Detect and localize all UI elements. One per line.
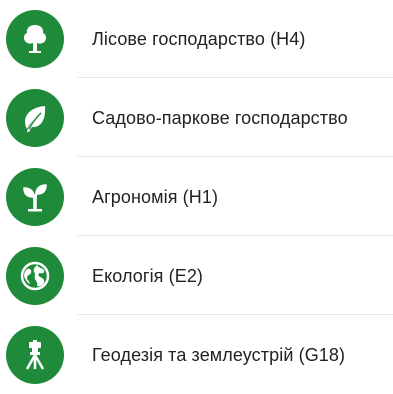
divider xyxy=(78,156,393,157)
specialties-list: Лісове господарство (Н4) Садово-паркове … xyxy=(0,0,393,390)
list-item-landscape-gardening[interactable]: Садово-паркове господарство xyxy=(0,79,393,157)
list-item-label: Екологія (Е2) xyxy=(92,265,204,286)
list-item-label: Геодезія та землеустрій (G18) xyxy=(92,344,346,365)
tree-icon xyxy=(6,10,64,68)
list-item-label: Агрономія (Н1) xyxy=(92,186,219,207)
list-item-label: Лісове господарство (Н4) xyxy=(92,28,306,49)
divider xyxy=(78,314,393,315)
divider xyxy=(78,235,393,236)
sprout-icon xyxy=(6,168,64,226)
list-item-geodesy[interactable]: Геодезія та землеустрій (G18) xyxy=(0,316,393,394)
globe-icon xyxy=(6,247,64,305)
list-item-label: Садово-паркове господарство xyxy=(92,107,348,128)
leaf-icon xyxy=(6,89,64,147)
list-item-agronomy[interactable]: Агрономія (Н1) xyxy=(0,158,393,236)
theodolite-icon xyxy=(6,326,64,384)
list-item-ecology[interactable]: Екологія (Е2) xyxy=(0,237,393,315)
list-item-forestry[interactable]: Лісове господарство (Н4) xyxy=(0,0,393,78)
divider xyxy=(78,77,393,78)
